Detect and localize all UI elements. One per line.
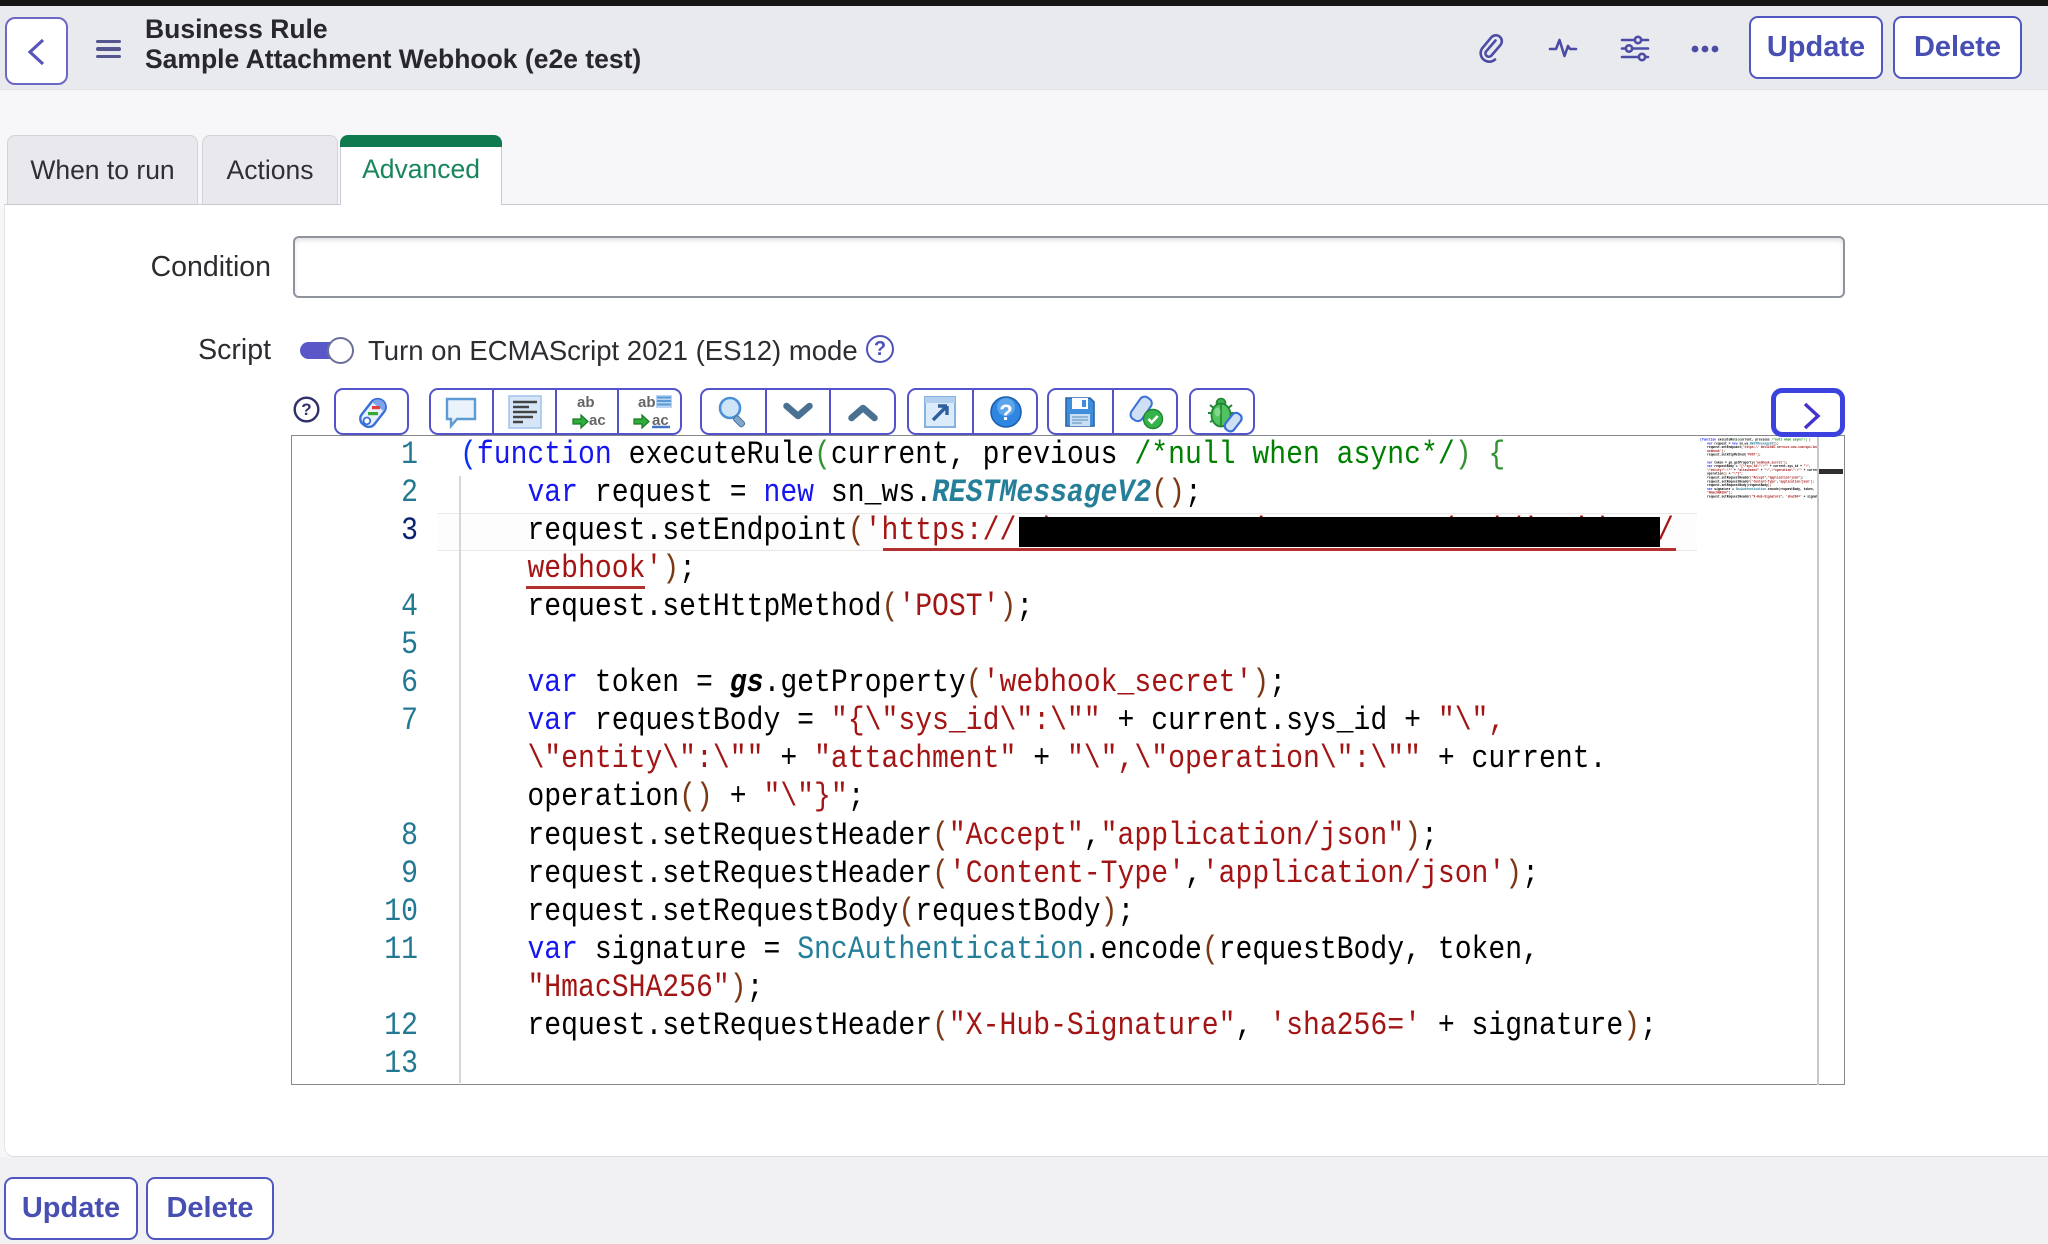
svg-text:?: ? [999,400,1012,425]
svg-text:?: ? [301,400,311,419]
svg-text:ab: ab [638,394,656,411]
svg-text:ac: ac [589,412,606,429]
svg-text:ab: ab [577,394,595,411]
